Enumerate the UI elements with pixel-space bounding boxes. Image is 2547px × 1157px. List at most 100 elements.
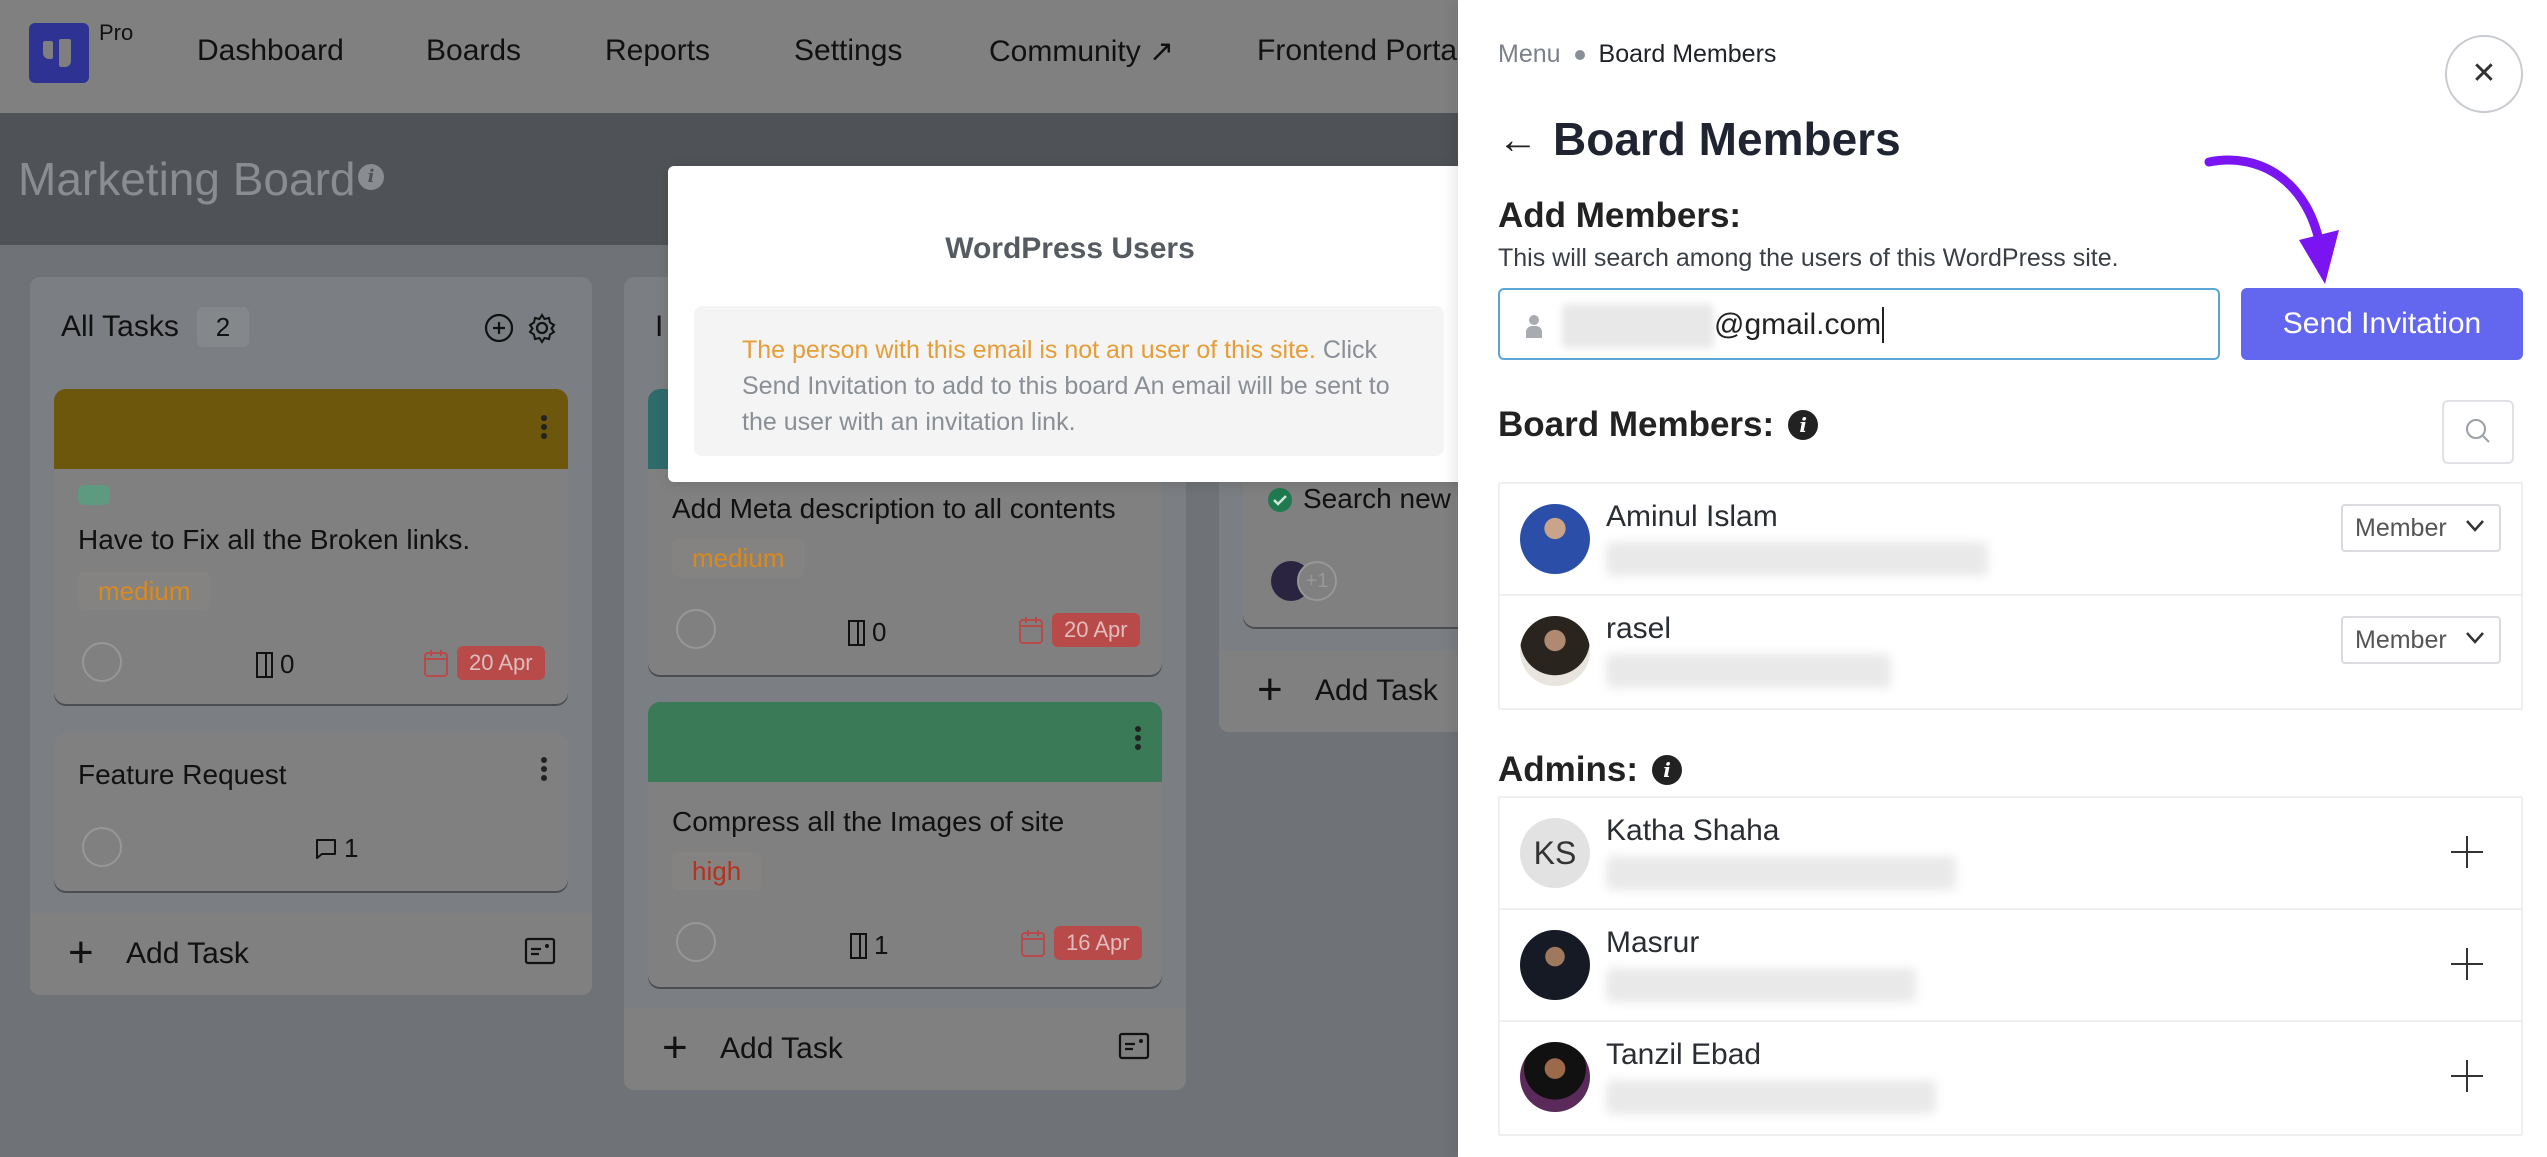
due-date: 20 Apr <box>423 646 545 680</box>
kebab-menu-icon[interactable] <box>1134 724 1142 754</box>
calendar-icon <box>1021 930 1045 957</box>
card-title: Search new <box>1303 483 1451 514</box>
board-members-heading: Board Members: i <box>1498 405 1819 445</box>
assign-user-icon[interactable] <box>676 609 716 649</box>
board-title: Marketing Board <box>18 153 356 205</box>
member-name: Aminul Islam <box>1606 500 1778 533</box>
admin-name: Masrur <box>1606 926 1700 959</box>
check-circle-icon <box>1268 488 1292 512</box>
search-button[interactable] <box>2442 400 2514 464</box>
card-template-icon[interactable] <box>1118 1032 1150 1060</box>
info-icon[interactable]: i <box>1652 755 1682 785</box>
wordpress-users-popup: WordPress Users The person with this ema… <box>668 166 1487 482</box>
redacted-email-prefix <box>1562 304 1714 348</box>
kebab-menu-icon[interactable] <box>540 413 548 443</box>
column-title: All Tasks <box>61 310 179 343</box>
plus-icon: + <box>1257 665 1283 714</box>
search-icon <box>2466 418 2490 443</box>
admin-name: Katha Shaha <box>1606 814 1780 847</box>
info-icon[interactable]: i <box>358 164 384 190</box>
close-button[interactable]: ✕ <box>2445 35 2523 113</box>
email-input[interactable]: @gmail.com <box>1498 288 2220 360</box>
nav-boards[interactable]: Boards <box>426 34 521 68</box>
task-card[interactable]: Feature Request 1 <box>54 733 568 891</box>
role-select[interactable]: Member <box>2341 616 2501 664</box>
avatar <box>1520 1042 1590 1112</box>
attachments-count: 1 <box>848 930 888 961</box>
nav-reports[interactable]: Reports <box>605 34 710 68</box>
add-task-button[interactable]: + Add Task <box>1219 650 1479 732</box>
priority-badge: medium <box>78 572 211 610</box>
calendar-icon <box>1019 617 1043 644</box>
task-card[interactable]: Have to Fix all the Broken links. medium… <box>54 389 568 704</box>
notebook-icon <box>848 619 865 646</box>
role-select[interactable]: Member <box>2341 504 2501 552</box>
admins-heading: Admins: i <box>1498 750 1682 790</box>
breadcrumb-separator <box>1574 49 1585 60</box>
redacted-email <box>1606 542 1988 576</box>
redacted-email <box>1606 856 1956 890</box>
send-invitation-button[interactable]: Send Invitation <box>2241 288 2523 360</box>
user-icon <box>1526 315 1542 338</box>
gear-icon[interactable] <box>526 312 558 344</box>
column-all-tasks: All Tasks 2 Have to Fix all the Broken l… <box>30 277 592 995</box>
assign-user-icon[interactable] <box>82 642 122 682</box>
avatar <box>1520 930 1590 1000</box>
nav-community[interactable]: Community ↗ <box>989 34 1174 69</box>
nav-dashboard[interactable]: Dashboard <box>197 34 344 68</box>
redacted-email <box>1606 654 1891 688</box>
add-admin-icon[interactable] <box>2447 944 2487 984</box>
notebook-icon <box>256 651 273 678</box>
assign-user-icon[interactable] <box>82 827 122 867</box>
board-members-list: Aminul Islam Member rasel Member <box>1498 482 2523 710</box>
task-card[interactable]: Search new +1 <box>1243 457 1483 627</box>
nav-settings[interactable]: Settings <box>794 34 902 68</box>
top-navigation: Pro Dashboard Boards Reports Settings Co… <box>0 0 1464 113</box>
attachments-count: 0 <box>254 649 294 680</box>
calendar-icon <box>424 650 448 677</box>
avatar <box>1520 504 1590 574</box>
admin-name: Tanzil Ebad <box>1606 1038 1762 1071</box>
task-count-badge: 2 <box>197 307 249 347</box>
popup-message: The person with this email is not an use… <box>694 306 1444 456</box>
email-value: @gmail.com <box>1714 307 1885 343</box>
nav-frontend-portal[interactable]: Frontend Portal <box>1257 34 1464 68</box>
logo-icon[interactable] <box>29 23 89 83</box>
redacted-email <box>1606 1080 1936 1114</box>
add-admin-icon[interactable] <box>2447 832 2487 872</box>
notebook-icon <box>850 932 867 959</box>
comment-icon <box>316 838 336 859</box>
member-row: Aminul Islam Member <box>1500 484 2521 596</box>
admins-list: KS Katha Shaha Masrur Tanzil Ebad <box>1498 796 2523 1136</box>
kebab-menu-icon[interactable] <box>540 755 548 785</box>
back-arrow-icon[interactable]: ← <box>1498 118 1538 163</box>
add-task-button[interactable]: + Add Task <box>30 913 592 995</box>
breadcrumb: Menu Board Members <box>1498 40 1776 69</box>
breadcrumb-menu[interactable]: Menu <box>1498 40 1561 69</box>
annotation-arrow-icon <box>2204 155 2339 284</box>
panel-title: Board Members <box>1553 113 1901 165</box>
add-task-button[interactable]: + Add Task <box>624 1008 1186 1090</box>
info-icon[interactable]: i <box>1788 410 1819 440</box>
assign-user-icon[interactable] <box>676 922 716 962</box>
card-cover <box>648 702 1162 782</box>
breadcrumb-current: Board Members <box>1598 40 1777 68</box>
pro-badge: Pro <box>99 20 134 45</box>
add-admin-icon[interactable] <box>2447 1056 2487 1096</box>
card-template-icon[interactable] <box>524 937 556 965</box>
column-title: I <box>655 310 664 343</box>
chevron-down-icon <box>2466 520 2484 532</box>
plus-icon: + <box>662 1023 688 1072</box>
task-card[interactable]: Compress all the Images of site high 1 1… <box>648 702 1162 987</box>
avatar <box>1520 616 1590 686</box>
admin-row: Tanzil Ebad <box>1500 1022 2521 1134</box>
add-members-description: This will search among the users of this… <box>1498 244 2119 272</box>
add-circle-icon[interactable] <box>483 312 515 344</box>
member-name: rasel <box>1606 612 1672 645</box>
avatar: KS <box>1520 818 1590 888</box>
card-cover <box>54 389 568 469</box>
comments-count: 1 <box>314 833 358 864</box>
add-members-heading: Add Members: <box>1498 196 1742 235</box>
card-title: Have to Fix all the Broken links. <box>78 524 471 555</box>
member-row: rasel Member <box>1500 596 2521 708</box>
